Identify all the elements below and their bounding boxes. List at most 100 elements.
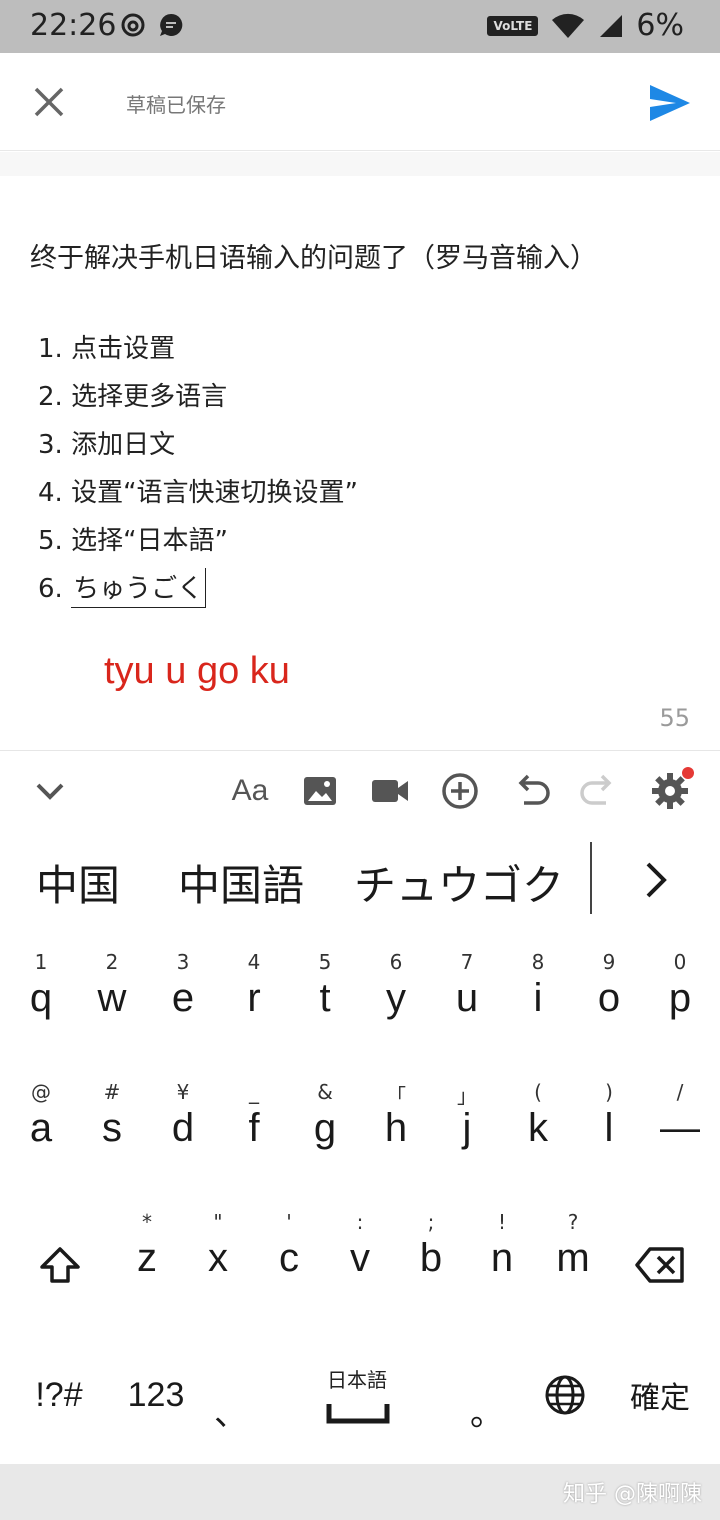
undo-icon[interactable] [510, 771, 550, 811]
key-hint: 6 [389, 950, 403, 974]
key-1[interactable]: 1q [6, 930, 76, 1050]
list-item[interactable]: 3. 添加日文 [38, 424, 175, 461]
space-key[interactable]: 日本語 [290, 1350, 424, 1440]
notification-dot [682, 767, 694, 779]
candidate-divider [590, 842, 592, 914]
key-7[interactable]: 7u [432, 930, 502, 1050]
key-hint: & [317, 1080, 333, 1104]
chevron-right-icon[interactable] [636, 860, 676, 900]
key-8[interactable]: 8i [503, 930, 573, 1050]
key-label: v [350, 1236, 370, 1280]
candidate-item[interactable]: 中国語 [178, 852, 304, 913]
key-3[interactable]: ' c [254, 1190, 324, 1310]
video-icon[interactable] [370, 771, 410, 811]
key-6[interactable]: 「h [361, 1060, 431, 1180]
post-title[interactable]: 终于解决手机日语输入的问题了（罗马音输入） [30, 236, 597, 275]
key-hint: 5 [318, 950, 332, 974]
list-item-number: 6. [38, 574, 63, 604]
battery-level: 6% [636, 8, 684, 43]
key-3[interactable]: ¥ d [148, 1060, 218, 1180]
list-item-composing[interactable]: 6. ちゅうごく [38, 568, 207, 608]
key-label: l [604, 1106, 614, 1150]
list-item[interactable]: 5. 选择“日本語” [38, 520, 228, 557]
key-label: r [247, 976, 261, 1020]
key-hint: 1 [34, 950, 48, 974]
list-item[interactable]: 2. 选择更多语言 [38, 376, 227, 413]
key-5[interactable]: & g [290, 1060, 360, 1180]
key-hint: 4 [247, 950, 261, 974]
space-key-label: 日本語 [327, 1368, 387, 1392]
shift-key[interactable] [30, 1230, 90, 1300]
list-item[interactable]: 4. 设置“语言快速切换设置” [38, 472, 358, 509]
candidate-item[interactable]: 中国 [36, 852, 120, 913]
period-key[interactable]: 。 [462, 1380, 512, 1440]
key-hint: 」 [457, 1084, 477, 1108]
character-count: 55 [659, 704, 690, 732]
list-item[interactable]: 1. 点击设置 [38, 328, 175, 365]
key-label: p [668, 976, 692, 1020]
insert-plus-icon[interactable] [440, 771, 480, 811]
status-time: 22:26 [30, 8, 117, 43]
keyboard: 1q2w3e4r5t6y7u8i9o0p @ a # s ¥ d _ f & g 「h」 j(k) l /… [0, 930, 720, 1464]
editor-body[interactable]: 终于解决手机日语输入的问题了（罗马音输入） 1. 点击设置 2. 选择更多语言 … [0, 176, 720, 750]
key-7[interactable]: 」 j [432, 1060, 502, 1180]
key-label: z [137, 1236, 157, 1280]
key-1[interactable]: * z [112, 1190, 182, 1310]
key-label: c [279, 1236, 299, 1280]
numbers-key[interactable]: 123 [116, 1360, 196, 1430]
enter-key[interactable]: 確定 [618, 1360, 702, 1430]
key-label: b [419, 1236, 443, 1280]
collapse-keyboard-icon[interactable] [30, 771, 70, 811]
key-label: a [29, 1106, 53, 1150]
key-label: x [208, 1236, 228, 1280]
globe-icon [545, 1375, 585, 1415]
cellular-signal-icon [600, 14, 623, 37]
key-label: d [171, 1106, 195, 1150]
shift-icon [40, 1247, 80, 1283]
key-label: j [462, 1106, 472, 1150]
key-2[interactable]: " x [183, 1190, 253, 1310]
key-hint: ? [567, 1210, 579, 1234]
key-5[interactable]: ; b [396, 1190, 466, 1310]
key-10[interactable]: 0p [645, 930, 715, 1050]
key-hint: ; [427, 1210, 435, 1234]
settings-button[interactable] [650, 767, 694, 811]
message-icon [160, 13, 183, 36]
key-label: w [97, 976, 127, 1020]
key-8[interactable]: (k [503, 1060, 573, 1180]
image-icon[interactable] [300, 771, 340, 811]
redo-icon[interactable] [580, 771, 620, 811]
key-9[interactable]: 9o [574, 930, 644, 1050]
symbols-key[interactable]: !?# [22, 1360, 96, 1430]
composing-text[interactable]: ちゅうごく [71, 568, 207, 608]
key-label: m [556, 1236, 590, 1280]
key-7[interactable]: ? m [538, 1190, 608, 1310]
key-2[interactable]: # s [77, 1060, 147, 1180]
numbers-key-label: 123 [127, 1375, 185, 1414]
key-label: u [455, 976, 479, 1020]
send-icon[interactable] [648, 83, 692, 123]
key-10[interactable]: / — [645, 1060, 715, 1180]
language-key[interactable] [540, 1370, 590, 1420]
key-hint: 2 [105, 950, 119, 974]
key-6[interactable]: 6y [361, 930, 431, 1050]
close-icon[interactable] [30, 83, 68, 121]
key-label: n [490, 1236, 514, 1280]
key-1[interactable]: @ a [6, 1060, 76, 1180]
backspace-key[interactable] [628, 1230, 692, 1300]
key-4[interactable]: _ f [219, 1060, 289, 1180]
key-label: y [386, 976, 406, 1020]
key-3[interactable]: 3e [148, 930, 218, 1050]
key-hint: ) [605, 1080, 613, 1104]
key-9[interactable]: ) l [574, 1060, 644, 1180]
comma-key[interactable]: 、 [206, 1380, 256, 1440]
candidate-item[interactable]: チュウゴク [354, 852, 564, 913]
key-hint: 3 [176, 950, 190, 974]
font-format-button[interactable]: Aa [230, 771, 270, 811]
key-2[interactable]: 2w [77, 930, 147, 1050]
key-6[interactable]: ! n [467, 1190, 537, 1310]
key-4[interactable]: 4r [219, 930, 289, 1050]
key-5[interactable]: 5t [290, 930, 360, 1050]
key-4[interactable]: :v [325, 1190, 395, 1310]
key-label: g [313, 1106, 337, 1150]
